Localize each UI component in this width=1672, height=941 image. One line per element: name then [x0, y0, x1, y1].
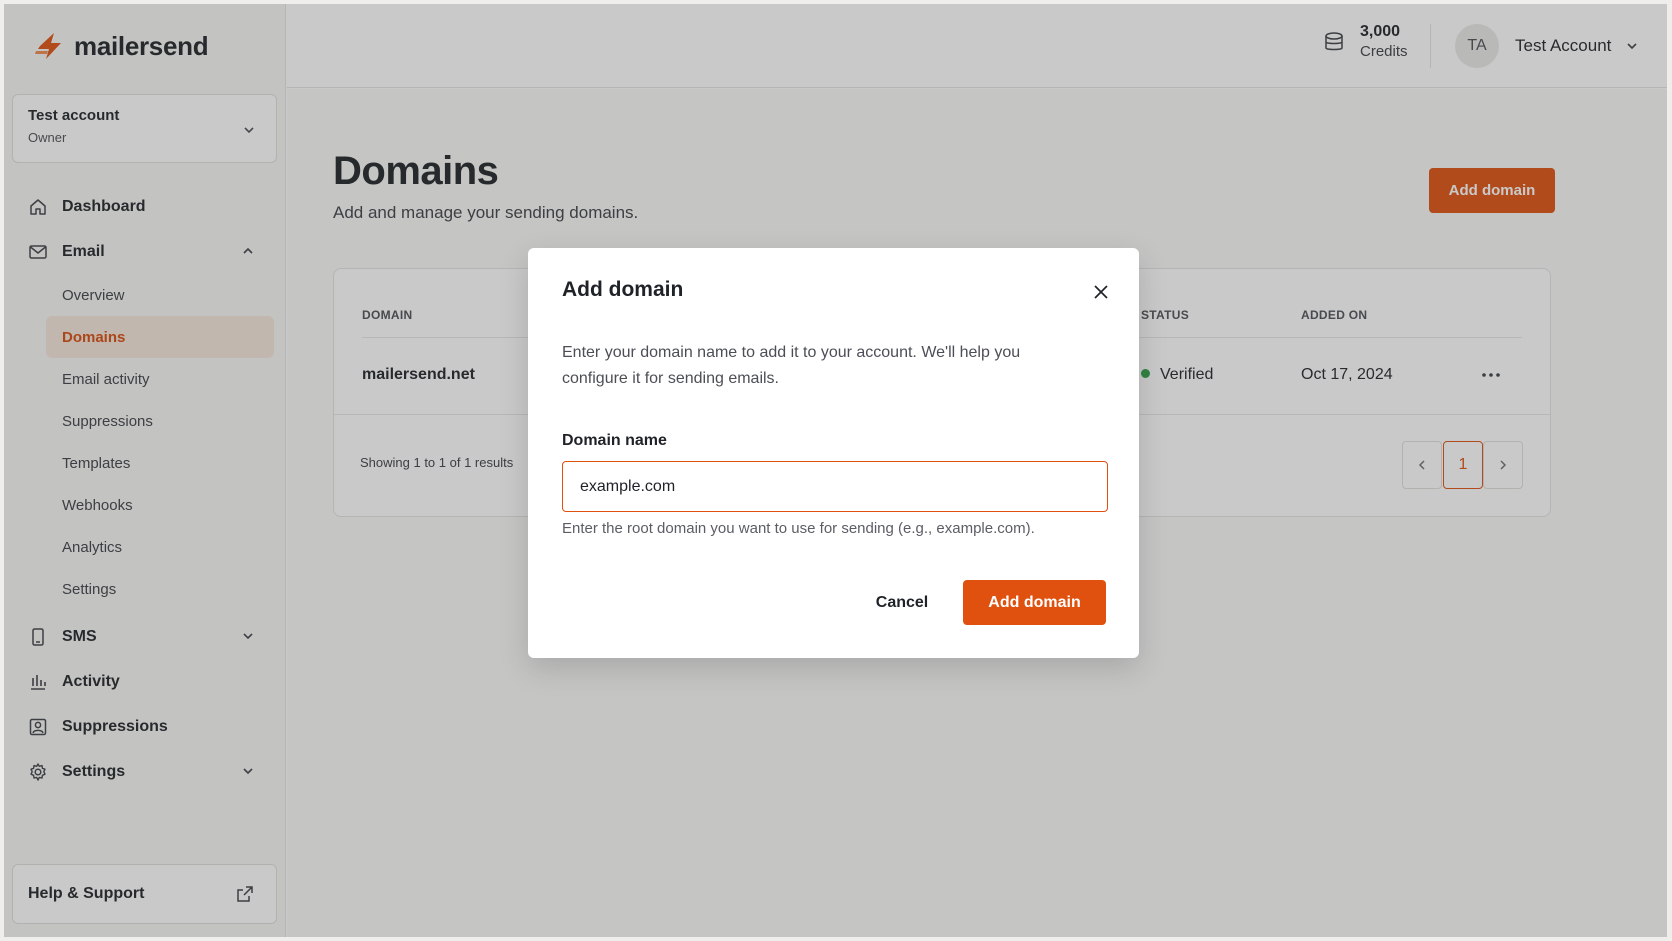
modal-description: Enter your domain name to add it to your…: [562, 344, 1021, 387]
add-domain-modal: Add domain Enter your domain name to add…: [528, 248, 1139, 658]
close-icon[interactable]: [1091, 282, 1111, 302]
domain-name-label: Domain name: [562, 432, 667, 449]
add-domain-submit-button[interactable]: Add domain: [963, 580, 1106, 625]
cancel-button[interactable]: Cancel: [858, 580, 946, 625]
domain-name-input[interactable]: [562, 461, 1108, 512]
domain-name-hint: Enter the root domain you want to use fo…: [562, 520, 1035, 537]
modal-title: Add domain: [562, 278, 684, 301]
app-window: mailersend Test account Owner Dashboard …: [4, 4, 1667, 937]
